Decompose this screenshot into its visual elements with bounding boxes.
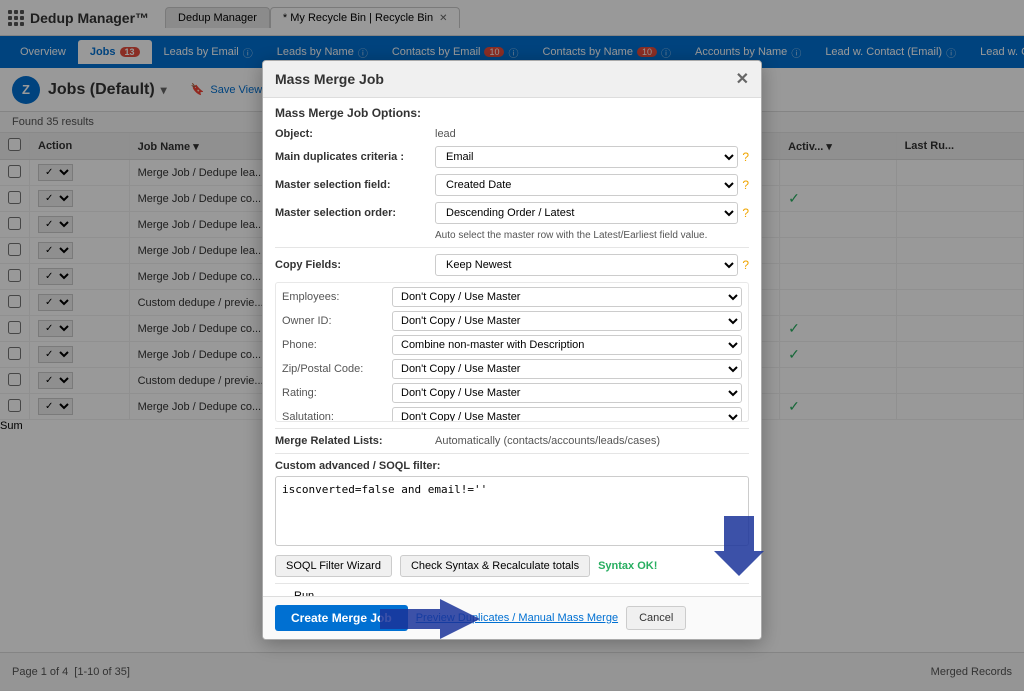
copy-field-label: Rating: xyxy=(282,387,392,399)
arrow-down-right-icon xyxy=(694,511,764,581)
master-order-help-icon[interactable]: ? xyxy=(742,206,749,220)
copy-field-select[interactable]: Don't Copy / Use Master xyxy=(392,287,742,307)
check-syntax-button[interactable]: Check Syntax & Recalculate totals xyxy=(400,555,590,577)
modal-header: Mass Merge Job ✕ xyxy=(263,61,761,98)
modal: Mass Merge Job ✕ Mass Merge Job Options:… xyxy=(262,60,762,640)
syntax-ok-label: Syntax OK! xyxy=(598,560,657,572)
object-row: Object: lead xyxy=(275,128,749,140)
modal-body: Mass Merge Job Options: Object: lead Mai… xyxy=(263,98,761,596)
copy-fields-label: Copy Fields: xyxy=(275,259,435,271)
copy-field-label: Salutation: xyxy=(282,411,392,422)
copy-field-select[interactable]: Don't Copy / Use Master xyxy=(392,311,742,331)
copy-field-label: Owner ID: xyxy=(282,315,392,327)
cancel-button[interactable]: Cancel xyxy=(626,606,686,630)
copy-fields-item: Employees: Don't Copy / Use Master xyxy=(282,287,742,307)
master-selection-field-row: Master selection field: Created Date ? xyxy=(275,174,749,196)
copy-field-select[interactable]: Don't Copy / Use Master xyxy=(392,383,742,403)
master-selection-field-label: Master selection field: xyxy=(275,179,435,191)
copy-field-select[interactable]: Combine non-master with Description xyxy=(392,335,742,355)
merge-related-label: Merge Related Lists: xyxy=(275,435,435,447)
copy-fields-main-select[interactable]: Keep Newest xyxy=(435,254,738,276)
main-dup-criteria-label: Main duplicates criteria : xyxy=(275,151,435,163)
object-value: lead xyxy=(435,128,456,140)
copy-field-select[interactable]: Don't Copy / Use Master xyxy=(392,359,742,379)
object-label: Object: xyxy=(275,128,435,140)
main-dup-criteria-select[interactable]: Email xyxy=(435,146,738,168)
copy-fields-item: Phone: Combine non-master with Descripti… xyxy=(282,335,742,355)
master-selection-order-select[interactable]: Descending Order / Latest xyxy=(435,202,738,224)
main-dup-criteria-row: Main duplicates criteria : Email ? xyxy=(275,146,749,168)
master-selection-order-label: Master selection order: xyxy=(275,207,435,219)
copy-field-select[interactable]: Don't Copy / Use Master xyxy=(392,407,742,422)
copy-fields-help-icon[interactable]: ? xyxy=(742,258,749,272)
copy-fields-header-row: Copy Fields: Keep Newest ? xyxy=(275,254,749,276)
custom-filter-label: Custom advanced / SOQL filter: xyxy=(275,460,749,472)
modal-title: Mass Merge Job xyxy=(275,71,384,87)
soql-filter-textarea[interactable] xyxy=(275,476,749,546)
filter-buttons: SOQL Filter Wizard Check Syntax & Recalc… xyxy=(275,555,749,577)
master-field-help-icon[interactable]: ? xyxy=(742,178,749,192)
copy-fields-item: Salutation: Don't Copy / Use Master xyxy=(282,407,742,422)
master-selection-order-row: Master selection order: Descending Order… xyxy=(275,202,749,224)
master-selection-field-select[interactable]: Created Date xyxy=(435,174,738,196)
main-dup-criteria-help-icon[interactable]: ? xyxy=(742,150,749,164)
copy-fields-item: Zip/Postal Code: Don't Copy / Use Master xyxy=(282,359,742,379)
arrow-right-icon xyxy=(380,599,480,639)
modal-close-button[interactable]: ✕ xyxy=(736,69,749,89)
modal-footer: Create Merge Job Preview Duplicates / Ma… xyxy=(263,596,761,639)
merge-related-value: Automatically (contacts/accounts/leads/c… xyxy=(435,435,660,447)
copy-fields-scroll: Employees: Don't Copy / Use Master Owner… xyxy=(275,282,749,422)
copy-field-label: Phone: xyxy=(282,339,392,351)
copy-fields-item: Owner ID: Don't Copy / Use Master xyxy=(282,311,742,331)
merge-related-row: Merge Related Lists: Automatically (cont… xyxy=(275,435,749,447)
modal-overlay: Mass Merge Job ✕ Mass Merge Job Options:… xyxy=(0,0,1024,691)
auto-select-note: Auto select the master row with the Late… xyxy=(435,230,749,241)
copy-fields-item: Rating: Don't Copy / Use Master xyxy=(282,383,742,403)
copy-field-label: Zip/Postal Code: xyxy=(282,363,392,375)
modal-options-title: Mass Merge Job Options: xyxy=(275,106,749,120)
copy-field-label: Employees: xyxy=(282,291,392,303)
soql-wizard-button[interactable]: SOQL Filter Wizard xyxy=(275,555,392,577)
